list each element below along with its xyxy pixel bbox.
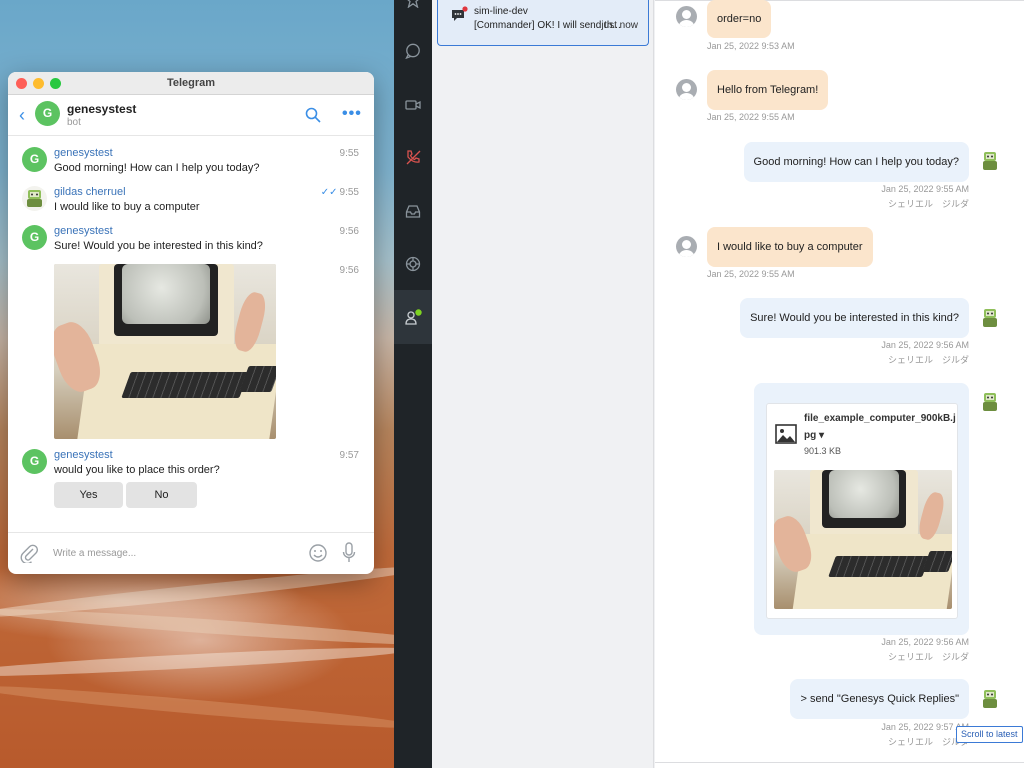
agent-robot-avatar (979, 391, 1001, 413)
agent-name: シェリエル ジルダ (887, 652, 969, 662)
more-options-icon[interactable]: ••• (342, 105, 362, 123)
computer-photo[interactable] (774, 470, 952, 609)
chat-name: genesystest (67, 102, 137, 116)
inbox-icon[interactable] (405, 203, 421, 219)
message-time: 9:56 (339, 265, 359, 276)
scroll-to-latest-button[interactable]: Scroll to latest (956, 726, 1023, 743)
chat-bubble-icon[interactable] (405, 43, 421, 60)
customer-message-bubble: order=no (707, 0, 772, 38)
message-timestamp: Jan 25, 2022 9:55 AM (707, 269, 795, 279)
agent-robot-avatar (979, 150, 1001, 172)
microphone-icon[interactable] (342, 542, 356, 567)
agent-file-attachment: file_example_computer_900kB.jpg ▾ 901.3 … (754, 383, 969, 635)
interaction-time: just now (601, 20, 638, 31)
bot-avatar: G (22, 225, 47, 250)
window-titlebar: Telegram (8, 72, 374, 95)
message-time: ✓✓ 9:55 (320, 187, 359, 198)
file-menu-caret-icon[interactable]: ▾ (819, 430, 824, 441)
chat-subtitle: bot (67, 117, 81, 128)
customer-avatar (676, 79, 697, 100)
conversation-transcript: order=no Jan 25, 2022 9:53 AM Hello from… (655, 0, 1024, 768)
read-checkmark-icon: ✓✓ (320, 187, 338, 198)
interactions-list: sim-line-dev [Commander] OK! I will send… (432, 0, 654, 768)
bot-avatar: G (22, 147, 47, 172)
attach-paperclip-icon[interactable] (20, 543, 39, 566)
agent-status-icon[interactable] (405, 309, 422, 325)
user-avatar (22, 186, 47, 211)
zoom-window-button[interactable] (50, 78, 61, 89)
agent-name: シェリエル ジルダ (887, 355, 969, 365)
customer-message-bubble: I would like to buy a computer (707, 227, 873, 267)
image-file-icon (775, 424, 797, 447)
message-timestamp: Jan 25, 2022 9:55 AM (707, 112, 795, 122)
chat-message: gildas cherruel I would like to buy a co… (22, 186, 362, 216)
file-size: 901.3 KB (804, 446, 842, 456)
star-icon[interactable] (405, 0, 421, 9)
interaction-name: sim-line-dev (474, 6, 528, 17)
phone-hangup-icon[interactable] (405, 149, 421, 165)
minimize-window-button[interactable] (33, 78, 44, 89)
chat-header: ‹ G genesystest bot ••• (8, 95, 374, 136)
agent-message-bubble: > send "Genesys Quick Replies" (790, 679, 969, 719)
message-input[interactable]: Write a message... (53, 548, 136, 559)
message-sender[interactable]: gildas cherruel (54, 186, 126, 198)
search-icon[interactable] (305, 107, 321, 126)
message-notification-icon (450, 6, 468, 27)
message-text: Good morning! How can I help you today? (54, 162, 260, 174)
message-time: 9:55 (339, 148, 359, 159)
file-preview-card[interactable]: file_example_computer_900kB.jpg ▾ 901.3 … (766, 403, 958, 619)
nav-rail (394, 0, 432, 768)
interaction-preview: [Commander] OK! I will send th... (474, 20, 621, 31)
agent-message-bubble: Sure! Would you be interested in this ki… (740, 298, 969, 338)
chat-message: G genesystest Good morning! How can I he… (22, 147, 362, 177)
window-title: Telegram (166, 77, 216, 89)
video-icon[interactable] (405, 97, 421, 113)
quick-reply-yes-button[interactable]: Yes (54, 482, 123, 508)
quick-reply-no-button[interactable]: No (126, 482, 197, 508)
chat-message: G genesystest would you like to place th… (22, 449, 362, 479)
chat-message: G genesystest Sure! Would you be interes… (22, 225, 362, 255)
telegram-window: Telegram ‹ G genesystest bot ••• G genes… (8, 72, 374, 574)
customer-avatar (676, 236, 697, 257)
message-time: 9:56 (339, 226, 359, 237)
support-lifebuoy-icon[interactable] (405, 256, 421, 272)
agent-name: シェリエル ジルダ (887, 199, 969, 209)
customer-avatar (676, 6, 697, 27)
message-timestamp: Jan 25, 2022 9:55 AM (881, 184, 969, 194)
file-name[interactable]: file_example_computer_900kB.jpg ▾ (804, 410, 956, 444)
back-chevron-icon[interactable]: ‹ (19, 105, 25, 126)
customer-message-bubble: Hello from Telegram! (707, 70, 829, 110)
emoji-icon[interactable] (308, 543, 328, 566)
message-composer: Write a message... (8, 532, 374, 574)
bot-avatar: G (22, 449, 47, 474)
agent-robot-avatar (979, 688, 1001, 710)
close-window-button[interactable] (16, 78, 27, 89)
message-sender[interactable]: genesystest (54, 449, 113, 461)
chat-avatar: G (35, 101, 60, 126)
message-time: 9:57 (339, 450, 359, 461)
message-timestamp: Jan 25, 2022 9:56 AM (881, 637, 969, 647)
computer-photo[interactable] (54, 264, 276, 439)
message-timestamp: Jan 25, 2022 9:53 AM (707, 41, 795, 51)
message-sender[interactable]: genesystest (54, 225, 113, 237)
interaction-card[interactable]: sim-line-dev [Commander] OK! I will send… (437, 0, 649, 46)
message-timestamp: Jan 25, 2022 9:56 AM (881, 340, 969, 350)
chat-photo-message: 9:56 (22, 264, 362, 440)
agent-message-bubble: Good morning! How can I help you today? (743, 142, 969, 182)
agent-robot-avatar (979, 307, 1001, 329)
message-text: would you like to place this order? (54, 464, 220, 476)
message-text: Sure! Would you be interested in this ki… (54, 240, 263, 252)
message-sender[interactable]: genesystest (54, 147, 113, 159)
message-text: I would like to buy a computer (54, 201, 200, 213)
